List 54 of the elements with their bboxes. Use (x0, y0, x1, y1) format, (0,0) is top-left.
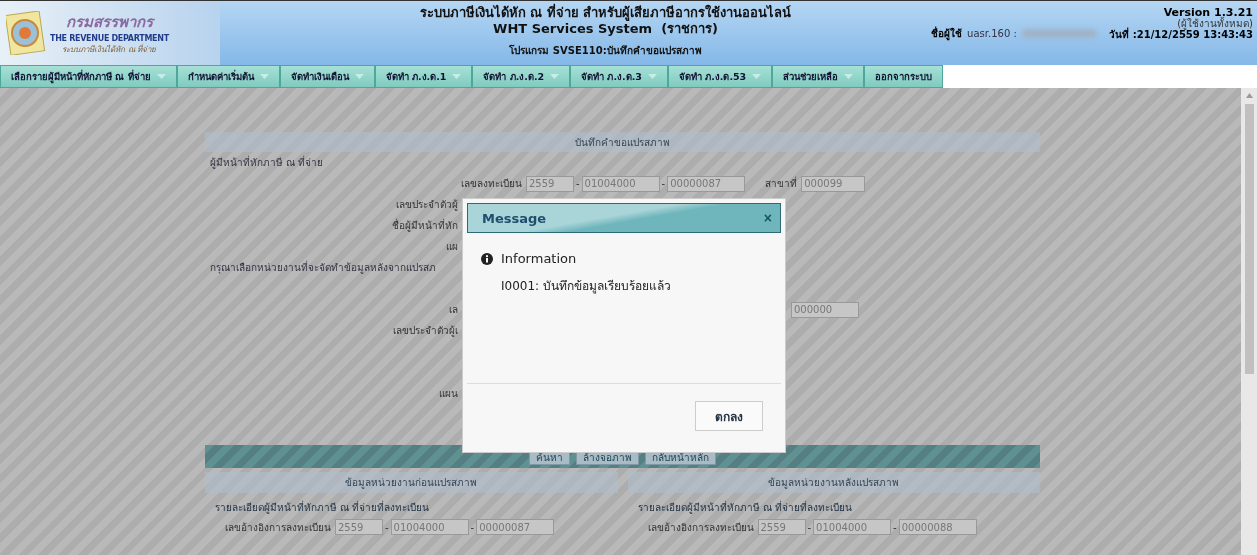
column-title: ข้อมูลหน่วยงานหลังแปรสภาพ (627, 472, 1040, 493)
field-label: สาขาที่ (765, 176, 798, 191)
separator: - (807, 521, 812, 533)
date-value: :21/12/2559 13:43:43 (1132, 29, 1253, 40)
menu-item[interactable]: กำหนดค่าเริ่มต้น (176, 65, 280, 88)
separator: - (576, 178, 580, 189)
menu-item[interactable]: ออกจากระบบ (864, 65, 944, 88)
user-label: ชื่อผู้ใช้ (931, 25, 963, 41)
system-title: ระบบภาษีเงินได้หัก ณ ที่จ่าย สำหรับผู้เสียภาษีอากรใช้งานออนไลน์ (419, 5, 792, 21)
info-icon (481, 252, 493, 265)
menu-item[interactable]: จัดทำเงินเดือน (279, 65, 375, 88)
detail-label: รายละเอียดผู้มีหน้าที่หักภาษี ณ ที่จ่ายที่ลงทะเบียน (637, 500, 853, 515)
field-label: เลขประจำตัวผู้เ (392, 324, 458, 338)
field-label: เลขลงทะเบียน (460, 177, 522, 191)
dialog-message: I0001: บันทึกข้อมูลเรียบร้อยแล้ว (501, 278, 672, 295)
field-label: เลขอ้างอิงการลงทะเบียน (225, 520, 331, 535)
field-label: เลขอ้างอิงการลงทะเบียน (647, 520, 754, 535)
detail-label: รายละเอียดผู้มีหน้าที่หักภาษี ณ ที่จ่ายที่ลงทะเบียน (215, 500, 431, 515)
user-scope: (ผู้ใช้งานทั้งหมด) (1177, 18, 1253, 29)
field-label: เลขประจำตัวผู้ (395, 198, 458, 212)
program-title: โปรแกรม SVSE110:บันทึกคำขอแปรสภาพ (509, 44, 702, 58)
section-label: กรุณาเลือกหน่วยงานที่จะจัดทำข้อมูลหลังจากแปรสภ (209, 260, 436, 275)
info-heading: Information (501, 251, 577, 266)
field-label: ชื่อผู้มีหน้าที่หัก (391, 218, 458, 233)
version-text: Version 1.3.21 (1163, 7, 1253, 18)
logo-subtitle: THE REVENUE DEPARTMENT (50, 34, 169, 43)
section-label: ผู้มีหน้าที่หักภาษี ณ ที่จ่าย (209, 155, 324, 170)
menu-item[interactable]: เลือกรายผู้มีหน้าที่หักภาษี ณ ที่จ่าย (0, 65, 177, 88)
column-title: ข้อมูลหน่วยงานก่อนแปรสภาพ (205, 472, 618, 493)
emblem-icon (6, 11, 46, 55)
logo-title: กรมสรรพากร (65, 12, 153, 33)
field-label: แผน (438, 387, 458, 401)
system-title: WHT Services System (ราชการ) (493, 21, 719, 37)
menu-item[interactable]: จัดทำ ภ.ง.ด.2 (472, 65, 571, 88)
scrollbar-thumb[interactable] (1244, 104, 1254, 374)
close-button[interactable]: × (763, 210, 772, 226)
date-label: วันที่ (1108, 29, 1129, 40)
menu-item[interactable]: ส่วนช่วยเหลือ (772, 65, 865, 88)
logo-caption: ระบบภาษีเงินได้หัก ณ ที่จ่าย (62, 43, 157, 56)
field-label: แผ (445, 240, 458, 254)
menu-item[interactable]: จัดทำ ภ.ง.ด.1 (374, 65, 473, 88)
separator: - (470, 521, 475, 533)
separator: - (661, 178, 666, 189)
user-name: uasr.160 : (967, 27, 1017, 39)
ok-button[interactable]: ตกลง (695, 401, 763, 431)
separator: - (893, 521, 897, 533)
scroll-up-icon[interactable] (1245, 93, 1253, 98)
menu-item[interactable]: จัดทำ ภ.ง.ด.53 (667, 65, 773, 88)
separator: - (385, 521, 389, 533)
scrollbar[interactable] (1241, 88, 1257, 555)
panel-title: บันทึกคำขอแปรสภาพ (205, 132, 1040, 152)
dialog-title: Message (482, 210, 547, 226)
menu-item[interactable]: จัดทำ ภ.ง.ด.3 (570, 65, 668, 88)
field-label: เล (448, 303, 458, 317)
